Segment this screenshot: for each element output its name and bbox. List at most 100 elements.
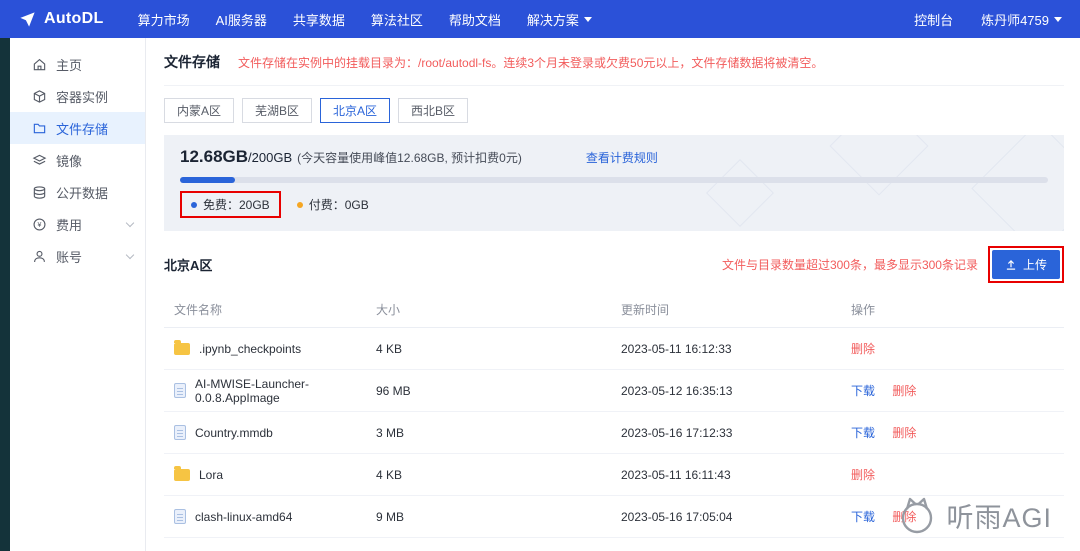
upload-icon — [1006, 259, 1016, 270]
delete-link[interactable]: 删除 — [892, 384, 916, 398]
sidebar-item-billing[interactable]: ¥ 费用 — [10, 208, 145, 240]
background-window-strip — [0, 38, 10, 551]
file-name: .ipynb_checkpoints — [199, 341, 302, 356]
sidebar-item-account[interactable]: 账号 — [10, 240, 145, 272]
autodl-logo-icon — [20, 11, 35, 27]
nav-item-label: AI服务器 — [215, 12, 267, 28]
storage-progress-fill — [180, 177, 236, 183]
table-row: AI-MWISE-Launcher-0.0.8.AppImage 96 MB 2… — [164, 369, 1064, 412]
file-icon — [174, 425, 186, 440]
file-updated: 2023-05-16 17:05:04 — [621, 495, 851, 538]
table-row: Lora 4 KB 2023-05-11 16:11:43 删除 — [164, 453, 1064, 496]
watermark: 听雨AGI — [896, 495, 1052, 535]
file-name: Country.mmdb — [195, 425, 273, 440]
console-link[interactable]: 控制台 — [914, 10, 953, 29]
public-data-icon — [33, 185, 46, 199]
file-size: 4 KB — [376, 453, 621, 496]
nav-item[interactable]: 帮助文档 — [449, 10, 501, 29]
sidebar-item-public-data[interactable]: 公开数据 — [10, 176, 145, 208]
file-size: 96 MB — [376, 369, 621, 412]
storage-total-value: /200GB — [248, 150, 293, 165]
file-name: AI-MWISE-Launcher-0.0.8.AppImage — [195, 376, 310, 405]
file-updated: 2023-05-11 16:12:33 — [621, 327, 851, 370]
file-updated: 2023-05-16 17:12:33 — [621, 411, 851, 454]
file-icon — [174, 509, 186, 524]
nav-item[interactable]: 解决方案 — [527, 10, 592, 29]
sidebar: 主页 容器实例 文件存储 镜像 公开数据 ¥ 费用 账号 — [10, 38, 146, 551]
sidebar-item-instances[interactable]: 容器实例 — [10, 80, 145, 112]
region-tab[interactable]: 西北B区 — [398, 98, 469, 123]
file-icon — [174, 383, 186, 398]
region-tab-label: 芜湖B区 — [255, 104, 300, 118]
nav-item-label: 帮助文档 — [448, 12, 501, 28]
folder-icon — [174, 339, 190, 355]
delete-link[interactable]: 删除 — [892, 426, 916, 440]
nav-item[interactable]: 共享数据 — [293, 10, 345, 29]
file-name: clash-linux-amd64 — [195, 509, 293, 524]
download-link[interactable]: 下载 — [851, 426, 875, 440]
main-nav: 算力市场 AI服务器 共享数据 算法社区 帮助文档 解决方案 — [138, 10, 592, 29]
free-quota-label: 免费：20GB — [203, 198, 270, 212]
delete-link[interactable]: 删除 — [851, 468, 875, 482]
file-size: 4 KB — [376, 327, 621, 370]
nav-item-label: 算力市场 — [137, 12, 190, 28]
storage-usage-note: (今天容量使用峰值12.68GB, 预计扣费0元) — [297, 151, 522, 165]
billing-rules-link[interactable]: 查看计费规则 — [586, 149, 658, 166]
nav-item[interactable]: 算法社区 — [371, 10, 423, 29]
console-label: 控制台 — [914, 12, 954, 28]
navbar-right: 控制台 炼丹师4759 — [914, 10, 1062, 29]
sidebar-item-label: 账号 — [56, 249, 83, 265]
delete-link[interactable]: 删除 — [851, 342, 875, 356]
sidebar-item-label: 镜像 — [56, 153, 83, 169]
file-storage-icon — [33, 123, 46, 133]
column-header-name: 文件名称 — [164, 292, 376, 328]
sidebar-item-images[interactable]: 镜像 — [10, 144, 145, 176]
region-tab[interactable]: 芜湖B区 — [242, 98, 313, 123]
nav-item-label: 算法社区 — [370, 12, 423, 28]
paid-quota-dot-icon — [296, 201, 303, 208]
sidebar-item-label: 主页 — [56, 57, 83, 73]
user-menu[interactable]: 炼丹师4759 — [981, 10, 1062, 29]
file-size: 3 MB — [376, 411, 621, 454]
caret-down-icon — [583, 17, 592, 22]
region-tab[interactable]: 北京A区 — [320, 98, 391, 123]
nav-item[interactable]: 算力市场 — [138, 10, 190, 29]
mount-warning-text: 文件存储在实例中的挂载目录为：/root/autodl-fs。连续3个月未登录或… — [238, 55, 824, 70]
table-header-row: 文件名称 大小 更新时间 操作 — [164, 292, 1064, 328]
file-section-region-title: 北京A区 — [164, 258, 213, 273]
sidebar-item-label: 文件存储 — [56, 121, 109, 137]
file-name: Lora — [199, 467, 224, 482]
download-link[interactable]: 下载 — [851, 384, 875, 398]
region-tab-label: 西北B区 — [411, 104, 456, 118]
brand-name: AutoDL — [44, 10, 104, 27]
svg-text:¥: ¥ — [38, 222, 42, 229]
autodl-file-storage-page: AutoDL 算力市场 AI服务器 共享数据 算法社区 帮助文档 解决方案 控制… — [0, 0, 1080, 551]
sidebar-item-label: 容器实例 — [56, 89, 109, 105]
region-tab-label: 北京A区 — [333, 104, 378, 118]
home-icon — [33, 58, 46, 70]
region-tab-label: 内蒙A区 — [177, 104, 222, 118]
sidebar-item-home[interactable]: 主页 — [10, 48, 145, 80]
upload-button[interactable]: 上传 — [991, 250, 1060, 279]
caret-down-icon — [1054, 17, 1062, 22]
account-icon — [34, 250, 45, 262]
storage-usage-panel: 12.68GB /200GB (今天容量使用峰值12.68GB, 预计扣费0元)… — [164, 135, 1064, 231]
nav-item-label: 共享数据 — [292, 12, 345, 28]
brand[interactable]: AutoDL — [18, 10, 104, 29]
paid-quota-legend: 付费：0GB — [296, 196, 369, 213]
table-row: Country.mmdb 3 MB 2023-05-16 17:12:33 下载… — [164, 411, 1064, 454]
storage-progress-bar — [180, 177, 1048, 183]
billing-icon: ¥ — [33, 217, 46, 231]
nav-item[interactable]: AI服务器 — [216, 10, 267, 29]
file-updated: 2023-05-12 22:53:33 — [621, 537, 851, 551]
paid-quota-label: 付费：0GB — [308, 198, 369, 212]
download-link[interactable]: 下载 — [851, 510, 875, 524]
sidebar-item-file-storage[interactable]: 文件存储 — [10, 112, 145, 144]
free-quota-dot-icon — [191, 201, 197, 208]
nav-item-label: 解决方案 — [526, 12, 579, 28]
column-header-updated: 更新时间 — [621, 292, 851, 328]
file-limit-notice: 文件与目录数量超过300条，最多显示300条记录 — [721, 258, 978, 272]
table-row: codeformer.pth 359 MB 2023-05-12 22:53:3… — [164, 537, 1064, 551]
file-size: 9 MB — [376, 495, 621, 538]
region-tab[interactable]: 内蒙A区 — [164, 98, 235, 123]
